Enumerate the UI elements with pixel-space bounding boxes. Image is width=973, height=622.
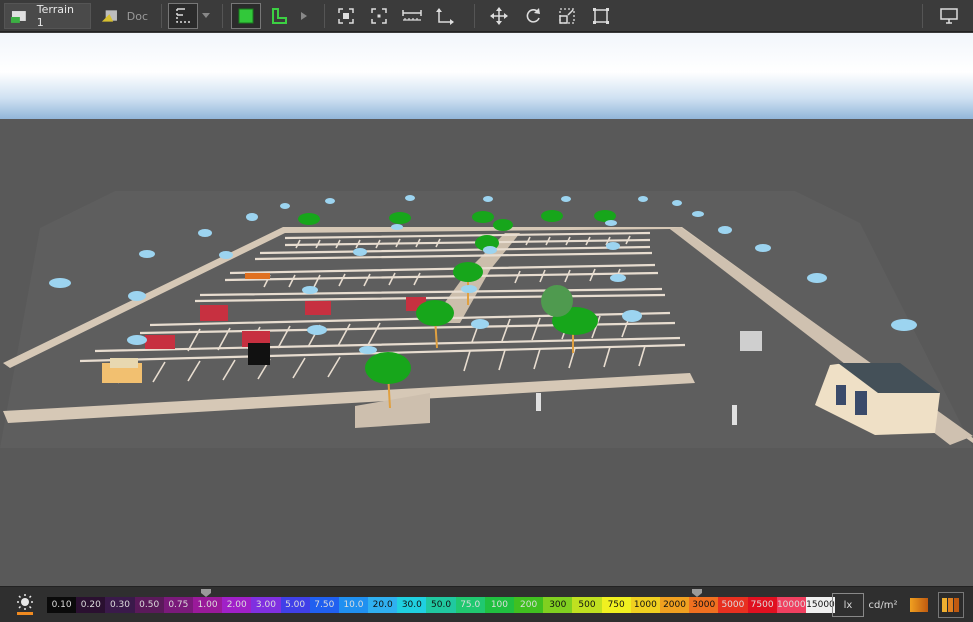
expand-arrow-button[interactable] bbox=[296, 3, 312, 29]
scale-cell: 300 bbox=[543, 597, 573, 613]
tab-doc[interactable]: Doc bbox=[95, 3, 155, 29]
play-arrow-icon bbox=[301, 12, 307, 20]
unit-lx-button[interactable]: lx bbox=[832, 593, 864, 617]
fit-view-button[interactable] bbox=[333, 3, 359, 29]
scale-cell: 0.30 bbox=[105, 597, 135, 613]
rotate-icon bbox=[526, 8, 540, 23]
monitor-button[interactable] bbox=[936, 3, 962, 29]
scale-cell: 200 bbox=[514, 597, 544, 613]
green-cube-icon bbox=[238, 8, 254, 24]
selection-tool-button[interactable] bbox=[168, 3, 198, 29]
scale-cell: 10000 bbox=[776, 597, 806, 613]
upper-limit-slider-icon[interactable] bbox=[692, 589, 702, 597]
color-scale: 0.10 0.20 0.30 0.50 0.75 1.00 2.00 3.00 5.00 7.50… bbox=[47, 597, 836, 613]
scale-cell: 75.0 bbox=[455, 597, 485, 613]
person bbox=[536, 393, 541, 411]
scale-cell: 1000 bbox=[630, 597, 660, 613]
top-toolbar: Terrain 1 Doc bbox=[0, 0, 973, 32]
rotate-button[interactable] bbox=[520, 3, 546, 29]
separator bbox=[474, 4, 475, 28]
parking-lot-scene bbox=[0, 191, 973, 448]
sun-settings-icon bbox=[17, 594, 33, 615]
tab-label: Terrain 1 bbox=[36, 3, 75, 29]
separator bbox=[161, 4, 162, 28]
person bbox=[732, 405, 737, 425]
scale-cell: 1.00 bbox=[192, 597, 223, 613]
l-shape-icon bbox=[272, 8, 287, 24]
document-icon bbox=[101, 10, 117, 22]
scale-cell: 2.00 bbox=[222, 597, 252, 613]
scale-cell: 750 bbox=[601, 597, 631, 613]
dimension-button[interactable] bbox=[432, 3, 458, 29]
scale-cell: 7500 bbox=[747, 597, 777, 613]
selection-dropdown-button[interactable] bbox=[198, 3, 214, 29]
focus-button[interactable] bbox=[366, 3, 392, 29]
terrain-icon bbox=[10, 11, 26, 23]
scale-cell: 15000 bbox=[805, 597, 836, 613]
scale-cell: 100 bbox=[484, 597, 514, 613]
scale-cell: 500 bbox=[572, 597, 602, 613]
scale-cell: 2000 bbox=[659, 597, 690, 613]
rectangle-icon bbox=[593, 8, 609, 24]
stepped-scale-icon bbox=[942, 598, 959, 612]
unit-cdm2-button[interactable]: cd/m² bbox=[865, 593, 901, 617]
scale-button[interactable] bbox=[554, 3, 580, 29]
dimension-icon bbox=[436, 8, 454, 25]
tab-label: Doc bbox=[126, 9, 148, 23]
tab-terrain-1[interactable]: Terrain 1 bbox=[4, 3, 91, 29]
l-shape-button[interactable] bbox=[266, 3, 292, 29]
separator bbox=[922, 4, 923, 28]
scale-icon bbox=[559, 8, 575, 24]
scale-cell: 3.00 bbox=[251, 597, 281, 613]
dropdown-arrow-icon bbox=[202, 13, 210, 18]
gradient-scale-icon bbox=[910, 598, 928, 612]
scale-cell: 20.0 bbox=[368, 597, 398, 613]
move-icon bbox=[490, 7, 508, 25]
solid-view-button[interactable] bbox=[231, 3, 261, 29]
measure-distance-button[interactable] bbox=[399, 3, 425, 29]
scale-cell: 0.50 bbox=[134, 597, 164, 613]
unit-cdm2-label: cd/m² bbox=[868, 599, 898, 611]
rectangle-button[interactable] bbox=[588, 3, 614, 29]
scale-cell: 5000 bbox=[718, 597, 748, 613]
monitor-icon bbox=[940, 8, 958, 24]
separator bbox=[222, 4, 223, 28]
scale-cell: 0.75 bbox=[163, 597, 193, 613]
scale-cell: 3000 bbox=[689, 597, 719, 613]
lower-limit-slider-icon[interactable] bbox=[201, 589, 211, 597]
scale-cell: 7.50 bbox=[309, 597, 339, 613]
scale-cell: 10.0 bbox=[338, 597, 369, 613]
scale-cell: 0.10 bbox=[47, 597, 77, 613]
scale-cell: 5.00 bbox=[280, 597, 310, 613]
separator bbox=[324, 4, 325, 28]
luminance-scale-bar: 0.10 0.20 0.30 0.50 0.75 1.00 2.00 3.00 5.00 7.50… bbox=[0, 586, 973, 622]
scale-cell: 0.20 bbox=[76, 597, 106, 613]
3d-viewport[interactable] bbox=[0, 33, 973, 586]
scale-cell: 30.0 bbox=[397, 597, 427, 613]
fit-view-icon bbox=[338, 8, 354, 24]
scale-cell: 50.0 bbox=[426, 597, 456, 613]
stepped-scale-button[interactable] bbox=[938, 592, 964, 618]
selection-icon bbox=[176, 8, 190, 23]
gradient-scale-button[interactable] bbox=[906, 592, 932, 618]
settings-button[interactable] bbox=[12, 591, 38, 617]
focus-icon bbox=[371, 8, 387, 24]
unit-lx-label: lx bbox=[843, 599, 853, 611]
move-button[interactable] bbox=[486, 3, 512, 29]
measure-distance-icon bbox=[402, 10, 422, 21]
